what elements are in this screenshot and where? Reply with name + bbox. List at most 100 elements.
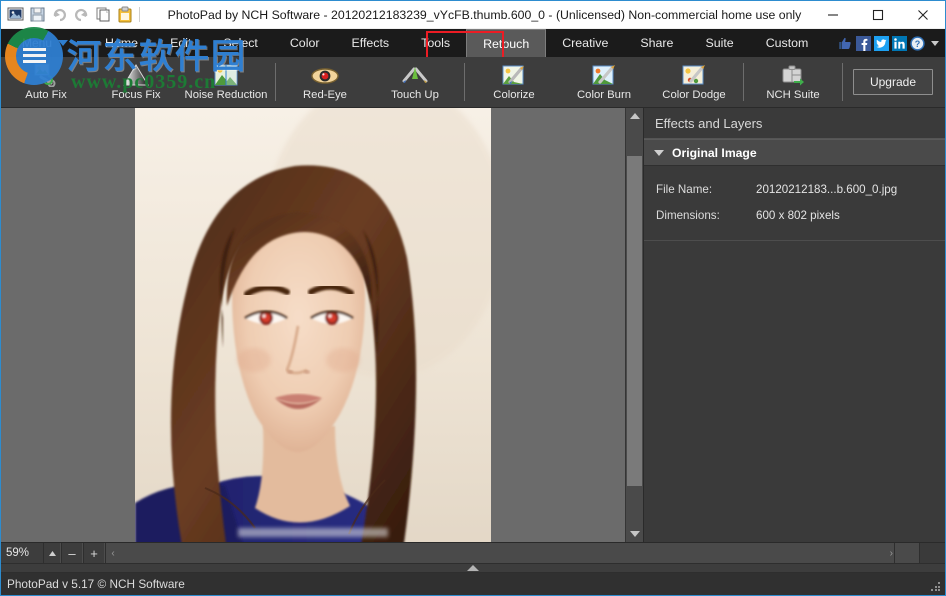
tab-label: Share bbox=[640, 36, 673, 50]
tab-suite[interactable]: Suite bbox=[689, 29, 749, 57]
tool-label: Colorize bbox=[493, 89, 534, 101]
red-eye-icon bbox=[309, 63, 341, 87]
paste-icon[interactable] bbox=[116, 5, 135, 24]
new-image-icon[interactable] bbox=[6, 5, 25, 24]
redo-icon[interactable] bbox=[72, 5, 91, 24]
vertical-scroll-track[interactable] bbox=[626, 124, 643, 526]
color-burn-icon bbox=[591, 63, 617, 87]
canvas-horizontal-scrollbar[interactable]: ‹ › bbox=[105, 543, 945, 563]
main-area: Effects and Layers Original Image File N… bbox=[1, 108, 945, 542]
tab-label: Home bbox=[105, 36, 138, 50]
maximize-button[interactable] bbox=[855, 1, 900, 28]
tab-edit[interactable]: Edit bbox=[154, 29, 207, 57]
toolbar-divider bbox=[275, 63, 276, 101]
tool-label: NCH Suite bbox=[766, 89, 819, 101]
tab-label: Custom bbox=[766, 36, 809, 50]
tool-label: Color Burn bbox=[577, 89, 631, 101]
tool-colorize[interactable]: Colorize bbox=[469, 63, 559, 101]
facebook-icon[interactable] bbox=[856, 36, 871, 51]
scrollbar-corner bbox=[919, 543, 945, 563]
status-text: PhotoPad v 5.17 © NCH Software bbox=[7, 577, 185, 591]
tab-label: Tools bbox=[421, 36, 450, 50]
tool-touch-up[interactable]: Touch Up bbox=[370, 63, 460, 101]
copy-icon[interactable] bbox=[94, 5, 113, 24]
tool-auto-fix[interactable]: Auto Fix bbox=[1, 63, 91, 101]
svg-text:?: ? bbox=[915, 39, 921, 49]
save-icon[interactable] bbox=[28, 5, 47, 24]
quick-access-divider bbox=[139, 7, 140, 22]
panel-empty-area bbox=[644, 241, 945, 542]
property-key: File Name: bbox=[644, 183, 756, 196]
tab-color[interactable]: Color bbox=[274, 29, 336, 57]
tab-custom[interactable]: Custom bbox=[750, 29, 825, 57]
twitter-icon[interactable] bbox=[874, 36, 889, 51]
help-icon[interactable]: ? bbox=[910, 36, 925, 51]
upgrade-button[interactable]: Upgrade bbox=[853, 69, 933, 95]
chevron-down-icon[interactable] bbox=[654, 150, 664, 156]
zoom-in-button[interactable]: + bbox=[83, 543, 105, 563]
photo-content bbox=[135, 108, 491, 542]
scroll-up-button[interactable] bbox=[626, 108, 643, 124]
noise-reduction-icon bbox=[213, 63, 239, 87]
menu-button[interactable]: Menu bbox=[1, 29, 89, 57]
window-controls bbox=[810, 1, 945, 28]
chevron-down-icon bbox=[58, 40, 68, 46]
linkedin-icon[interactable] bbox=[892, 36, 907, 51]
tab-tools[interactable]: Tools bbox=[405, 29, 466, 57]
tool-nch-suite[interactable]: NCH Suite bbox=[748, 63, 838, 101]
tool-red-eye[interactable]: Red-Eye bbox=[280, 63, 370, 101]
zoom-dropdown-button[interactable] bbox=[43, 543, 61, 563]
tab-label: Select bbox=[223, 36, 257, 50]
property-row-file-name: File Name: 20120212183...b.600_0.jpg bbox=[644, 176, 945, 202]
colorize-icon bbox=[501, 63, 527, 87]
close-button[interactable] bbox=[900, 1, 945, 28]
scroll-down-button[interactable] bbox=[626, 526, 643, 542]
nch-suite-icon bbox=[779, 63, 807, 87]
color-dodge-icon bbox=[681, 63, 707, 87]
tab-label: Edit bbox=[170, 36, 191, 50]
tool-color-dodge[interactable]: Color Dodge bbox=[649, 63, 739, 101]
image-canvas[interactable] bbox=[1, 108, 625, 542]
tool-label: Color Dodge bbox=[662, 89, 725, 101]
caret-up-icon bbox=[48, 550, 57, 557]
retouch-toolbar: Auto Fix Focus Fix Noise Reduction Red-E… bbox=[1, 57, 945, 108]
scroll-left-button[interactable]: ‹ bbox=[106, 548, 120, 559]
tab-label: Retouch bbox=[483, 37, 529, 51]
caret-up-icon[interactable] bbox=[467, 565, 479, 571]
tool-label: Noise Reduction bbox=[185, 89, 268, 101]
auto-fix-icon bbox=[33, 63, 59, 87]
panel-section-original-image[interactable]: Original Image bbox=[644, 139, 945, 166]
chevron-up-icon bbox=[630, 113, 640, 119]
scroll-right-button[interactable]: › bbox=[890, 548, 893, 559]
tool-focus-fix[interactable]: Focus Fix bbox=[91, 63, 181, 101]
zoom-bar: 59% – + ‹ › bbox=[1, 542, 945, 563]
tool-noise-reduction[interactable]: Noise Reduction bbox=[181, 63, 271, 101]
focus-fix-icon bbox=[121, 63, 151, 87]
photopad-window: PhotoPad by NCH Software - 2012021218323… bbox=[0, 0, 946, 596]
tab-share[interactable]: Share bbox=[624, 29, 689, 57]
help-chevron-down-icon[interactable] bbox=[931, 41, 939, 46]
chevron-down-icon bbox=[630, 531, 640, 537]
canvas-vertical-scrollbar[interactable] bbox=[625, 108, 643, 542]
tab-select[interactable]: Select bbox=[207, 29, 273, 57]
edited-photo[interactable] bbox=[135, 108, 491, 542]
undo-icon[interactable] bbox=[50, 5, 69, 24]
horizontal-scroll-tail[interactable] bbox=[894, 543, 919, 563]
property-row-dimensions: Dimensions: 600 x 802 pixels bbox=[644, 202, 945, 228]
zoom-out-button[interactable]: – bbox=[61, 543, 83, 563]
tab-effects[interactable]: Effects bbox=[335, 29, 405, 57]
minimize-button[interactable] bbox=[810, 1, 855, 28]
panel-title: Effects and Layers bbox=[644, 108, 945, 139]
panel-properties: File Name: 20120212183...b.600_0.jpg Dim… bbox=[644, 166, 945, 241]
tool-color-burn[interactable]: Color Burn bbox=[559, 63, 649, 101]
tab-label: Suite bbox=[705, 36, 733, 50]
resize-grip[interactable] bbox=[931, 582, 941, 592]
tab-creative[interactable]: Creative bbox=[546, 29, 624, 57]
tab-retouch[interactable]: Retouch bbox=[466, 29, 546, 57]
panel-splitter[interactable] bbox=[1, 563, 945, 573]
vertical-scroll-thumb[interactable] bbox=[627, 156, 642, 486]
tab-home[interactable]: Home bbox=[89, 29, 154, 57]
thumbs-up-icon[interactable] bbox=[838, 36, 853, 51]
toolbar-divider bbox=[842, 63, 843, 101]
tool-label: Red-Eye bbox=[303, 89, 347, 101]
